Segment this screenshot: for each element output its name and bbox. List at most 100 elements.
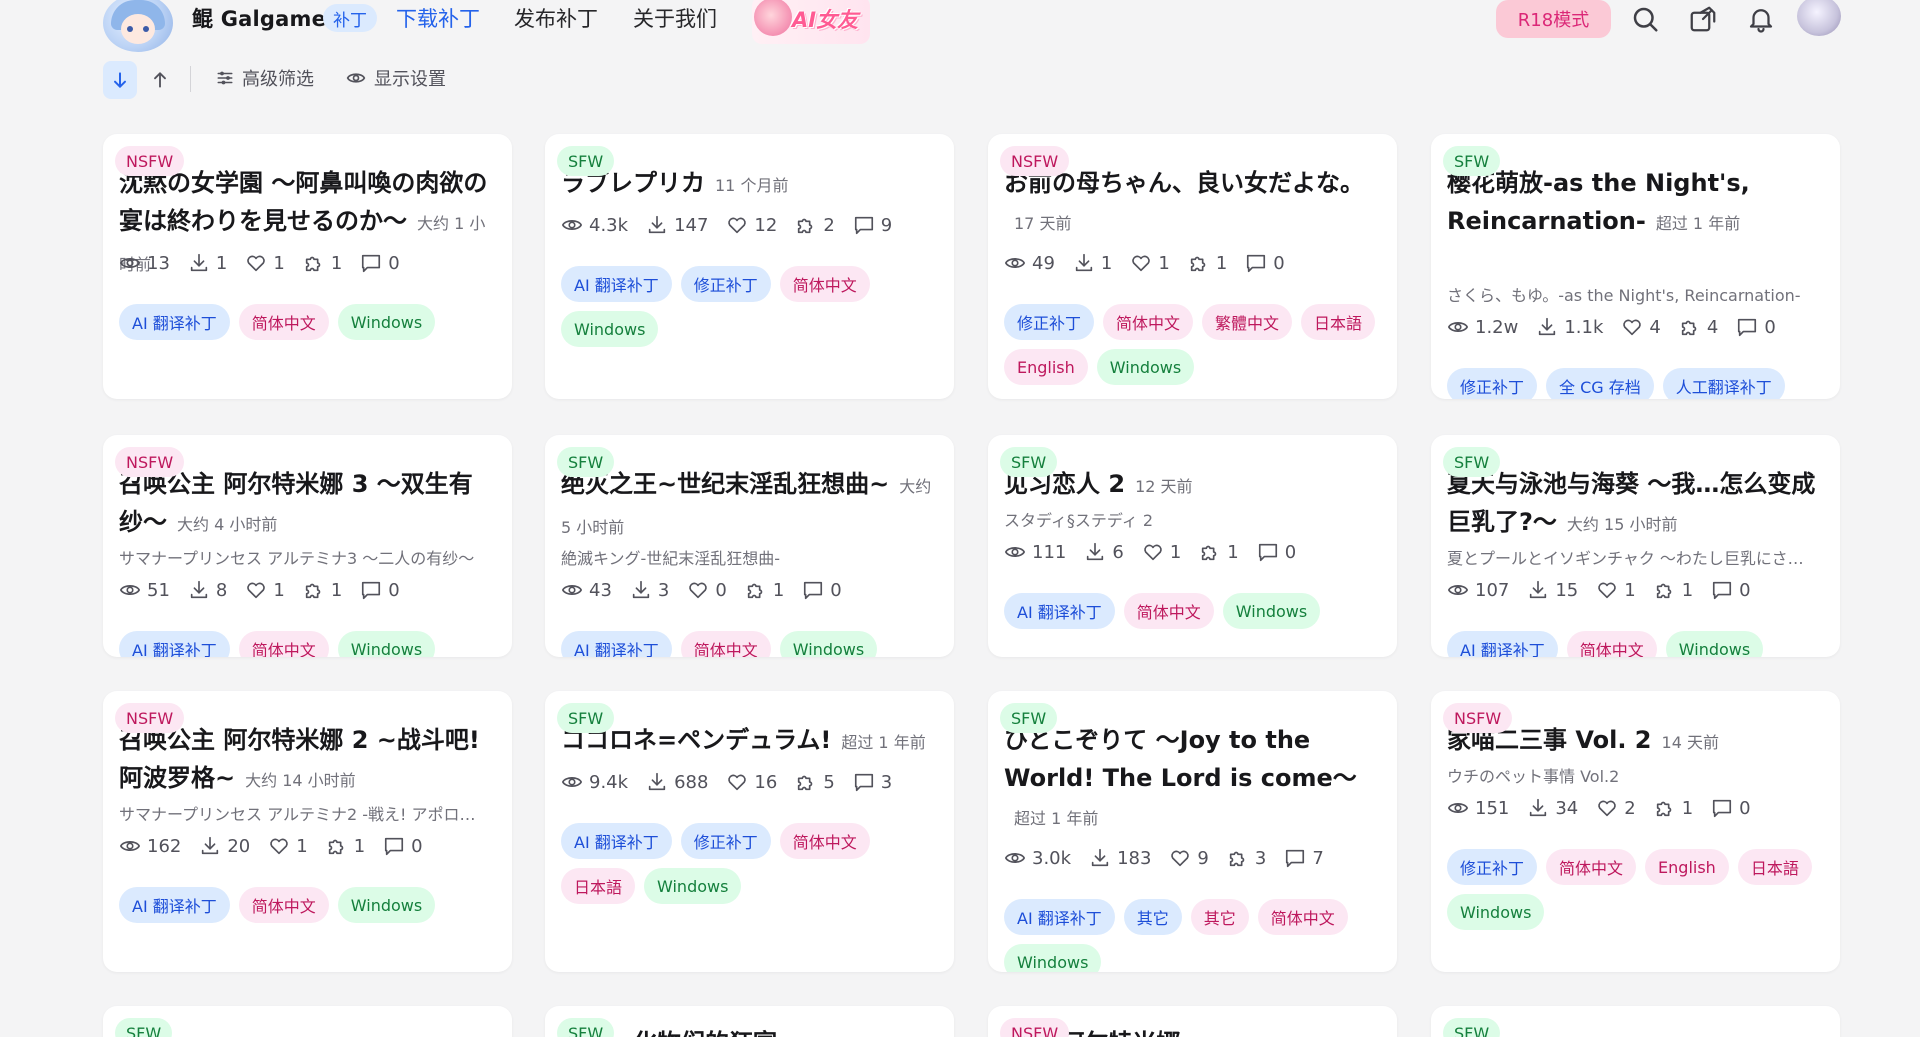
patch-card[interactable]: SFW 绝灭之王~世纪末淫乱狂想曲~ 大约 5 小时前 絶滅キング-世紀末淫乱狂想曲-… [545, 435, 954, 657]
tag-chip[interactable]: 简体中文 [1566, 631, 1657, 657]
patch-card[interactable]: NSFW 家喵二三事 Vol. 2 14 天前 ウチのペット事情 Vol.2 151 34… [1431, 691, 1840, 972]
view-count: 1.2w [1447, 316, 1518, 338]
tag-chip[interactable]: Windows [779, 631, 878, 657]
patch-card[interactable]: SFW 夏天与泳池与海葵 ～我…怎么变成巨乳了?～ 大约 15 小时前 夏とプールとイ… [1431, 435, 1840, 657]
tag-chip[interactable]: English [1645, 849, 1729, 885]
card-title-block[interactable]: 召唤公主 阿尔特米娜 2 ~战斗吧! 阿波罗格~ 大约 14 小时前 [119, 721, 494, 800]
display-settings-button[interactable]: 显示设置 [346, 65, 446, 91]
tag-chip[interactable]: 全 CG 存档 [1546, 368, 1654, 399]
tag-chip[interactable]: AI 翻译补丁 [561, 823, 672, 859]
nav-link-download[interactable]: 下载补丁 [396, 4, 480, 32]
tag-chip[interactable]: 简体中文 [1103, 304, 1194, 340]
tag-chip[interactable]: 简体中文 [238, 887, 329, 923]
patch-card[interactable]: SFW ラブレプリカ 11 个月前 4.3k 147 12 2 9 AI 翻译补丁 修正补丁 简体中… [545, 134, 954, 399]
patch-card[interactable]: SFW 樱花萌放-as the Night's, Reincarnation- 超过… [1431, 134, 1840, 399]
tag-chip[interactable]: 日本語 [561, 868, 636, 904]
nav-link-publish[interactable]: 发布补丁 [514, 4, 598, 32]
tag-chip[interactable]: 简体中文 [1123, 593, 1214, 629]
patch-card[interactable]: SFW [1431, 1006, 1840, 1037]
tag-chip[interactable]: Windows [1096, 349, 1195, 385]
patch-card[interactable]: SFW急切，化物们的狂宴 [545, 1006, 954, 1037]
tag-chip[interactable]: Windows [337, 887, 436, 923]
advanced-filter-button[interactable]: 高级筛选 [216, 65, 314, 91]
tag-chip[interactable]: 其它 [1190, 899, 1249, 935]
tag-chip[interactable]: English [1004, 349, 1088, 385]
patch-card[interactable]: NSFW拉娅 阿尔特米娜 [988, 1006, 1397, 1037]
tag-chip[interactable]: Windows [1447, 894, 1545, 930]
user-avatar[interactable] [1797, 0, 1841, 36]
site-brand[interactable]: 鲲 Galgame [192, 5, 326, 31]
tag-chip[interactable]: 繁體中文 [1202, 304, 1293, 340]
card-title-block[interactable]: 绝灭之王~世纪末淫乱狂想曲~ 大约 5 小时前 [561, 465, 936, 547]
patch-card[interactable]: SFW 见习恋人 2 12 天前 スタディ§ステディ 2 111 6 1 1 0 AI 翻译补丁简… [988, 435, 1397, 657]
tag-chip[interactable]: AI 翻译补丁 [1447, 631, 1558, 657]
card-title-block[interactable]: ラブレプリカ 11 个月前 [561, 164, 936, 205]
r18-mode-button[interactable]: R18模式 [1496, 0, 1611, 38]
tag-chip[interactable]: 简体中文 [779, 266, 870, 302]
tag-chip[interactable]: 简体中文 [238, 631, 329, 657]
sort-ascending-button[interactable] [143, 61, 177, 99]
tag-chip[interactable]: Windows [1222, 593, 1321, 629]
search-icon[interactable] [1628, 2, 1662, 36]
bell-icon[interactable] [1744, 2, 1778, 36]
tag-chip[interactable]: Windows [337, 631, 436, 657]
tag-chip[interactable]: 修正补丁 [1004, 304, 1095, 340]
card-title-block[interactable]: 见习恋人 2 12 天前 [1004, 465, 1379, 506]
tag-chip[interactable]: Windows [561, 311, 659, 347]
tag-chip[interactable]: AI 翻译补丁 [1004, 593, 1115, 629]
tag-chip[interactable]: 日本語 [1301, 304, 1376, 340]
comment-count: 0 [1736, 316, 1776, 338]
tag-chip[interactable]: 修正补丁 [1447, 368, 1538, 399]
view-count: 111 [1004, 541, 1066, 563]
card-subtitle: 夏とプールとイソギンチャク ～わたし巨乳にさ… [1447, 549, 1804, 568]
card-stats: 13 1 1 1 0 [119, 250, 496, 276]
tag-chip[interactable]: 简体中文 [680, 631, 771, 657]
patch-card[interactable]: NSFW 召唤公主 阿尔特米娜 2 ~战斗吧! 阿波罗格~ 大约 14 小时前 サマナ… [103, 691, 512, 972]
download-count: 8 [188, 579, 227, 601]
patch-card[interactable]: SFW ココロネ=ペンデュラム! 超过 1 年前 9.4k 688 16 5 3 AI 翻译补丁… [545, 691, 954, 972]
external-link-icon[interactable] [1686, 2, 1720, 36]
card-title-block[interactable]: 召唤公主 阿尔特米娜 3 ～双生有纱～ 大约 4 小时前 [119, 465, 494, 544]
tag-chip[interactable]: 日本語 [1737, 849, 1812, 885]
card-title-block[interactable]: ココロネ=ペンデュラム! 超过 1 年前 [561, 721, 936, 762]
tag-chip[interactable]: AI 翻译补丁 [119, 887, 230, 923]
comment-icon [1711, 579, 1733, 601]
tag-chip[interactable]: 简体中文 [238, 304, 329, 340]
tag-chip[interactable]: AI 翻译补丁 [119, 304, 230, 340]
tag-chip[interactable]: AI 翻译补丁 [561, 631, 672, 657]
patch-card[interactable]: NSFW 沈黙の女学園 ～阿鼻叫喚の肉欲の宴は終わりを見せるのか～ 大约 1 小时前… [103, 134, 512, 399]
card-stats: 1.2w 1.1k 4 4 0 [1447, 314, 1824, 340]
site-logo-avatar[interactable] [103, 0, 173, 52]
patch-card[interactable]: SFW ひとこぞりて ～Joy to the World! The Lord is… [988, 691, 1397, 972]
tag-chip[interactable]: 修正补丁 [680, 823, 771, 859]
sort-descending-button[interactable] [103, 61, 137, 99]
download-count-value: 147 [674, 214, 709, 236]
patch-card[interactable]: NSFW 召唤公主 阿尔特米娜 3 ～双生有纱～ 大约 4 小时前 サマナープリンセス… [103, 435, 512, 657]
tag-chip[interactable]: 人工翻译补丁 [1662, 368, 1785, 399]
card-title-block[interactable]: 夏天与泳池与海葵 ～我…怎么变成巨乳了?～ 大约 15 小时前 [1447, 465, 1822, 544]
tag-chip[interactable]: 修正补丁 [680, 266, 771, 302]
tag-chip[interactable]: Windows [644, 868, 742, 904]
card-title-block[interactable]: ひとこぞりて ～Joy to the World! The Lord is co… [1004, 721, 1379, 838]
patch-card[interactable]: NSFW お前の母ちゃん、良い女だよな。17 天前 49 1 1 1 0 修正补丁 简体中文 繁體… [988, 134, 1397, 399]
comment-icon [383, 835, 405, 857]
tag-chip[interactable]: 简体中文 [779, 823, 870, 859]
tag-chip[interactable]: 其它 [1123, 899, 1182, 935]
card-tags: AI 翻译补丁 修正补丁 简体中文 Windows [561, 266, 942, 347]
like-count-value: 2 [1624, 797, 1636, 819]
tag-chip[interactable]: 修正补丁 [1447, 849, 1538, 885]
tag-chip[interactable]: Windows [1004, 944, 1102, 972]
patch-card[interactable]: SFW [103, 1006, 512, 1037]
tag-chip[interactable]: 简体中文 [1546, 849, 1637, 885]
card-title-block[interactable]: お前の母ちゃん、良い女だよな。17 天前 [1004, 164, 1379, 243]
tag-chip[interactable]: AI 翻译补丁 [1004, 899, 1115, 935]
tag-chip[interactable]: AI 翻译补丁 [561, 266, 672, 302]
card-title-block[interactable]: 樱花萌放-as the Night's, Reincarnation- 超过 1 … [1447, 164, 1822, 243]
top-nav: 鲲 Galgame 补丁 下载补丁 发布补丁 关于我们 AI女友 R18模式 [0, 0, 1920, 52]
tag-chip[interactable]: Windows [337, 304, 436, 340]
tag-chip[interactable]: 简体中文 [1257, 899, 1348, 935]
tag-chip[interactable]: Windows [1665, 631, 1764, 657]
ai-girlfriend-banner[interactable]: AI女友 [752, 0, 870, 44]
tag-chip[interactable]: AI 翻译补丁 [119, 631, 230, 657]
nav-link-about[interactable]: 关于我们 [633, 4, 717, 32]
